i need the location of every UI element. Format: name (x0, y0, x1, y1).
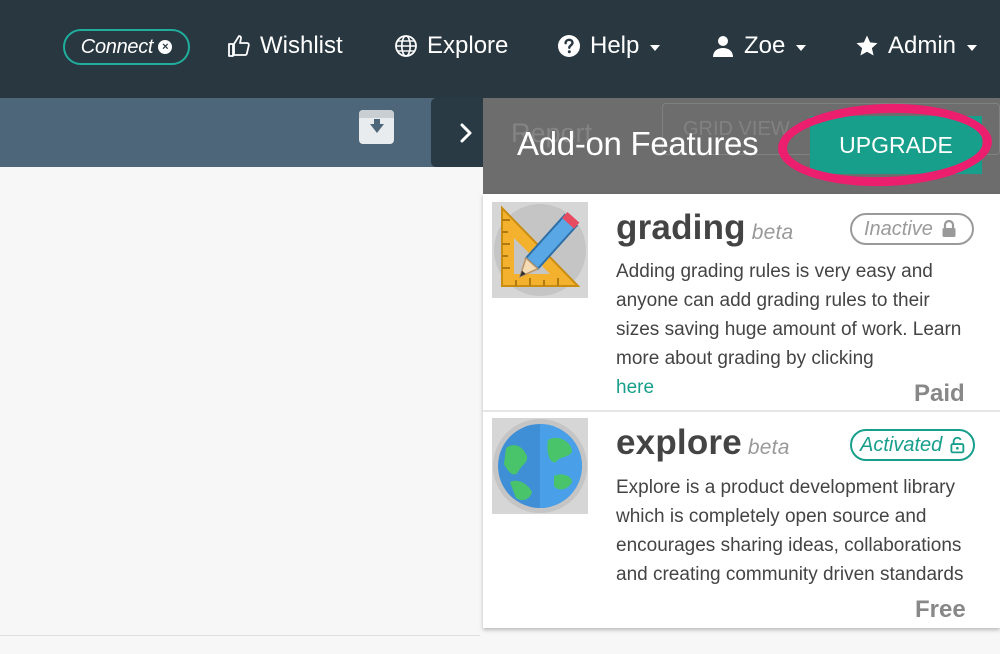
feature-name: explore (616, 423, 742, 462)
archive-icon (359, 110, 394, 118)
close-circle-icon: × (158, 40, 173, 54)
chevron-down-icon (650, 44, 661, 51)
connect-button[interactable]: Connect × (63, 29, 190, 65)
user-icon (713, 36, 733, 57)
explore-thumbnail (492, 418, 588, 514)
price-label: Paid (914, 380, 965, 407)
unlock-icon (950, 436, 965, 454)
globe-icon (395, 35, 417, 57)
feature-description: Explore is a product development library… (616, 477, 964, 585)
status-badge-inactive: Inactive (850, 213, 974, 245)
globe-icon (493, 419, 587, 513)
feature-description-text: Adding grading rules is very easy and an… (616, 261, 962, 369)
question-circle-icon (558, 35, 580, 57)
nav-user-dropdown[interactable]: Zoe (711, 30, 807, 62)
status-badge-activated: Activated (850, 429, 975, 461)
status-label: Activated (860, 433, 943, 456)
panel-title: Add-on Features (517, 125, 759, 162)
feature-title: explore beta (616, 423, 790, 463)
archive-download-button[interactable] (359, 110, 394, 144)
nav-admin-label: Admin (888, 32, 957, 59)
nav-help-label: Help (590, 32, 640, 59)
top-navbar: Connect × Wishlist Explore Help Zoe Admi… (0, 0, 1000, 98)
nav-wishlist[interactable]: Wishlist (227, 30, 343, 62)
ruler-pencil-icon (494, 204, 586, 296)
card-divider (483, 410, 1000, 412)
nav-explore[interactable]: Explore (394, 30, 508, 62)
chevron-down-icon (967, 44, 978, 51)
nav-explore-label: Explore (427, 32, 509, 59)
price-label: Free (915, 596, 966, 623)
lock-icon (942, 220, 956, 237)
download-arrow-icon (370, 124, 384, 133)
connect-label: Connect (80, 35, 154, 58)
nav-user-label: Zoe (744, 32, 786, 59)
learn-more-link[interactable]: here (616, 377, 654, 398)
chevron-down-icon (796, 44, 807, 51)
nav-help-dropdown[interactable]: Help (557, 30, 661, 62)
star-icon (856, 35, 878, 56)
grading-thumbnail (492, 202, 588, 298)
upgrade-button[interactable]: UPGRADE (810, 116, 982, 174)
beta-tag: beta (747, 436, 790, 459)
feature-name: grading (616, 208, 746, 247)
feature-title: grading beta (616, 208, 793, 248)
chevron-right-icon (460, 123, 471, 142)
beta-tag: beta (751, 221, 794, 244)
status-label: Inactive (864, 217, 933, 240)
divider (0, 635, 480, 636)
thumbs-up-icon (228, 35, 250, 57)
nav-admin-dropdown[interactable]: Admin (855, 30, 978, 62)
nav-wishlist-label: Wishlist (260, 32, 343, 59)
